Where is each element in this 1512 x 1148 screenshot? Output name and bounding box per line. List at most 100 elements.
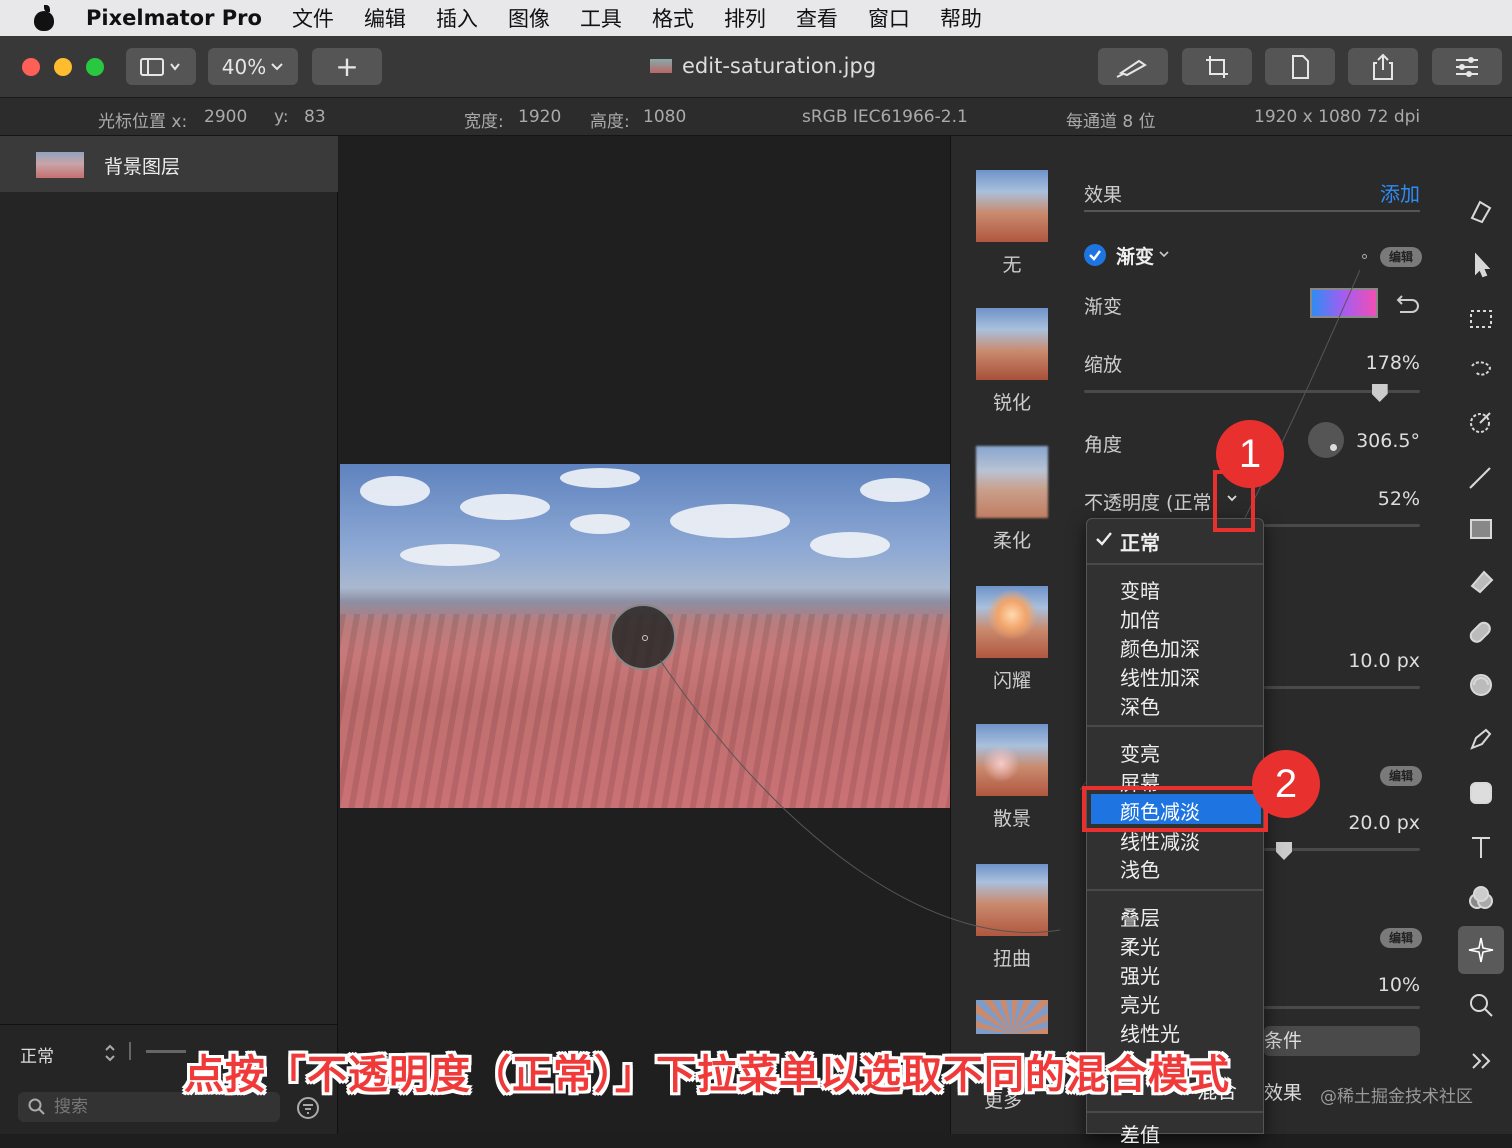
- document-title: edit-saturation.jpg: [650, 54, 876, 78]
- resolution: 1920 x 1080 72 dpi: [1254, 107, 1421, 127]
- more-tools-button[interactable]: [1466, 1046, 1496, 1076]
- tool-select[interactable]: [1466, 304, 1496, 334]
- tool-paint[interactable]: [1466, 462, 1496, 492]
- blend-option[interactable]: 加倍: [1120, 604, 1160, 633]
- updown-chevron-icon: [105, 1044, 115, 1062]
- conditions-button-label: 条件: [1264, 1030, 1303, 1052]
- tool-effects-active[interactable]: [1458, 926, 1504, 974]
- menu-app-name[interactable]: Pixelmator Pro: [86, 6, 262, 30]
- tutorial-caption: 点按「不透明度（正常）」下拉菜单以选取不同的混合模式: [184, 1052, 1230, 1098]
- layer-opacity-slider[interactable]: [146, 1050, 186, 1053]
- pen-nib-icon: [1470, 728, 1492, 750]
- blend-option[interactable]: 变亮: [1120, 738, 1160, 767]
- cursor-y-label: y:: [274, 107, 289, 127]
- bandage-icon: [1469, 621, 1491, 643]
- blend-option[interactable]: 叠层: [1120, 902, 1160, 931]
- menu-image[interactable]: 图像: [508, 3, 550, 33]
- sidebar-toggle-button[interactable]: [126, 48, 196, 85]
- paint-bucket-icon: [1470, 200, 1492, 224]
- checkmark-icon: [1096, 532, 1112, 546]
- tool-color-adjust[interactable]: [1466, 884, 1496, 914]
- add-button[interactable]: +: [312, 48, 382, 85]
- tool-color-picker[interactable]: [1466, 408, 1496, 438]
- edit-pill-2[interactable]: 编辑: [1380, 766, 1422, 786]
- info-bar: 光标位置 x: 2900 y: 83 宽度: 1920 高度: 1080 sRG…: [0, 98, 1512, 136]
- menu-edit[interactable]: 编辑: [364, 3, 406, 33]
- zoom-window-button[interactable]: [86, 58, 104, 76]
- pct-value-3: 10%: [1377, 974, 1420, 996]
- menu-format[interactable]: 格式: [652, 3, 694, 33]
- blend-option[interactable]: 强光: [1120, 960, 1160, 989]
- blend-option[interactable]: 变暗: [1120, 575, 1160, 604]
- menu-view[interactable]: 查看: [796, 3, 838, 33]
- tool-zoom[interactable]: [1466, 990, 1496, 1020]
- paintbrush-icon: [1469, 467, 1491, 489]
- tool-pen[interactable]: [1466, 724, 1496, 754]
- adjustments-button[interactable]: [1432, 48, 1502, 85]
- rounded-square-icon: [1470, 782, 1492, 804]
- apple-icon[interactable]: [32, 5, 56, 31]
- menu-help[interactable]: 帮助: [940, 3, 982, 33]
- layer-row[interactable]: 背景图层: [0, 136, 338, 192]
- tool-style[interactable]: [1466, 196, 1496, 226]
- menu-file[interactable]: 文件: [292, 3, 334, 33]
- edit-pill[interactable]: 编辑: [1380, 247, 1422, 267]
- close-window-button[interactable]: [22, 58, 40, 76]
- height-label: 高度:: [590, 112, 630, 132]
- share-icon: [1373, 53, 1393, 80]
- tool-quick-select[interactable]: [1466, 356, 1496, 386]
- blend-option[interactable]: 浅色: [1120, 854, 1160, 883]
- menu-tools[interactable]: 工具: [580, 3, 622, 33]
- sliders-icon: [1456, 56, 1478, 77]
- search-icon: [28, 1098, 45, 1115]
- tool-distort[interactable]: [1466, 670, 1496, 700]
- blend-option[interactable]: 亮光: [1120, 989, 1160, 1018]
- cloud: [560, 468, 640, 488]
- tool-retouch[interactable]: [1466, 618, 1496, 648]
- cloud: [460, 494, 550, 520]
- tool-arrange[interactable]: [1466, 250, 1496, 280]
- menu-bar: Pixelmator Pro 文件 编辑 插入 图像 工具 格式 排列 查看 窗…: [0, 0, 1512, 36]
- blend-option[interactable]: 柔光: [1120, 931, 1160, 960]
- lasso-icon: [1471, 361, 1492, 376]
- sidebar-icon: [140, 57, 180, 76]
- crop-button[interactable]: [1182, 48, 1252, 85]
- watermark: @稀土掘金技术社区: [1320, 1087, 1473, 1107]
- share-button[interactable]: [1348, 48, 1418, 85]
- edit-pill-3[interactable]: 编辑: [1380, 928, 1422, 948]
- blend-option-normal[interactable]: 正常: [1120, 527, 1160, 556]
- effects-button[interactable]: 效果: [1264, 1078, 1302, 1105]
- color-profile: sRGB IEC61966-2.1: [802, 107, 968, 127]
- blend-option[interactable]: 颜色加深: [1120, 633, 1200, 662]
- crop-icon: [1206, 55, 1228, 78]
- width-label: 宽度:: [464, 112, 504, 132]
- width-value: 1920: [518, 107, 562, 127]
- zoom-dropdown[interactable]: 40%: [208, 48, 298, 85]
- menu-separator: [1087, 563, 1263, 565]
- zoom-value: 40%: [221, 54, 267, 79]
- blend-option[interactable]: 深色: [1120, 691, 1160, 720]
- magnifier-icon: [1470, 994, 1493, 1017]
- warp-icon: [1470, 674, 1492, 696]
- effects-header-divider: [1084, 210, 1420, 212]
- layer-blend-mode-select[interactable]: 正常: [20, 1042, 54, 1067]
- slider-3[interactable]: [1264, 1006, 1420, 1009]
- tool-type[interactable]: [1466, 832, 1496, 862]
- reverse-gradient-icon[interactable]: [1392, 292, 1420, 316]
- layer-thumbnail: [36, 152, 84, 178]
- menu-arrange[interactable]: 排列: [724, 3, 766, 33]
- height-value: 1080: [643, 107, 687, 127]
- add-effect-button[interactable]: 添加: [1380, 178, 1420, 207]
- format-brush-button[interactable]: [1098, 48, 1168, 85]
- document-button[interactable]: [1265, 48, 1335, 85]
- annotation-badge-2: 2: [1252, 750, 1320, 818]
- tool-fill[interactable]: [1466, 514, 1496, 544]
- text-icon: [1472, 837, 1490, 858]
- menu-window[interactable]: 窗口: [868, 3, 910, 33]
- tool-shape[interactable]: [1466, 778, 1496, 808]
- menu-insert[interactable]: 插入: [436, 3, 478, 33]
- blend-option[interactable]: 线性加深: [1120, 662, 1200, 691]
- minimize-window-button[interactable]: [54, 58, 72, 76]
- tool-erase[interactable]: [1466, 566, 1496, 596]
- conditions-button[interactable]: 条件: [1264, 1026, 1420, 1056]
